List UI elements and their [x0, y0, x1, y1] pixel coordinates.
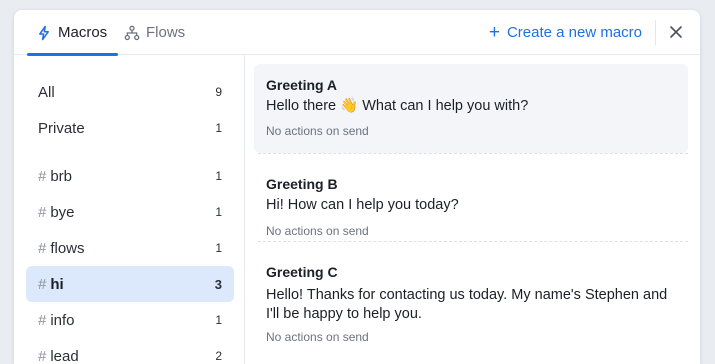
sidebar-item-flows[interactable]: # flows 1: [26, 230, 234, 266]
macro-name: Greeting A: [266, 77, 338, 93]
sidebar-item-label: Private: [38, 119, 85, 137]
tab-macros-label: Macros: [58, 24, 108, 41]
macro-text: Hello there 👋 What can I help you with?: [266, 98, 529, 114]
sidebar-item-label: info: [50, 311, 75, 329]
sidebar-item-count: 1: [215, 205, 222, 219]
sidebar-item-label: All: [38, 83, 55, 101]
tab-flows-label: Flows: [146, 24, 186, 41]
macro-item-greeting-a[interactable]: Greeting A Hello there 👋 What can I help…: [254, 64, 688, 153]
sidebar-item-label: hi: [50, 275, 64, 293]
tag-sidebar: All 9 Private 1 # brb 1 # bye 1 # flows …: [14, 55, 245, 364]
sidebar-item-count: 1: [215, 241, 222, 255]
sidebar-item-label: flows: [50, 239, 85, 257]
sidebar-item-info[interactable]: # info 1: [26, 302, 234, 338]
sidebar-item-lead[interactable]: # lead 2: [26, 338, 234, 364]
sidebar-item-bye[interactable]: # bye 1: [26, 194, 234, 230]
sidebar-item-label: lead: [50, 347, 79, 364]
macro-actions-note: No actions on send: [266, 224, 369, 238]
hash-icon: #: [38, 311, 47, 329]
macro-divider: [258, 153, 688, 154]
create-macro-button[interactable]: + Create a new macro: [489, 10, 642, 55]
sidebar-item-count: 2: [215, 349, 222, 363]
macro-divider: [258, 241, 688, 242]
macros-panel: Macros Flows + Create a new macro All 9 …: [14, 10, 700, 364]
tab-flows[interactable]: Flows: [124, 10, 185, 55]
lightning-icon: [36, 25, 52, 41]
close-icon[interactable]: [668, 24, 684, 40]
hash-icon: #: [38, 347, 47, 364]
sidebar-item-count: 1: [215, 169, 222, 183]
sidebar-item-label: brb: [50, 167, 73, 185]
macro-text: Hello! Thanks for contacting us today. M…: [266, 287, 668, 322]
macro-item-greeting-c[interactable]: Greeting C Hello! Thanks for contacting …: [254, 249, 688, 349]
macro-name: Greeting C: [266, 264, 338, 280]
sidebar-item-count: 1: [215, 313, 222, 327]
tab-macros[interactable]: Macros: [27, 10, 119, 56]
sidebar-item-all[interactable]: All 9: [26, 74, 234, 110]
macro-actions-note: No actions on send: [266, 124, 369, 138]
sidebar-item-private[interactable]: Private 1: [26, 110, 234, 146]
macro-list: Greeting A Hello there 👋 What can I help…: [246, 55, 700, 364]
sidebar-item-brb[interactable]: # brb 1: [26, 158, 234, 194]
sidebar-item-label: bye: [50, 203, 75, 221]
sidebar-item-count: 3: [214, 276, 222, 292]
sidebar-item-hi[interactable]: # hi 3: [26, 266, 234, 302]
macro-actions-note: No actions on send: [266, 330, 369, 344]
plus-icon: +: [488, 22, 500, 43]
hash-icon: #: [38, 275, 47, 293]
hash-icon: #: [38, 167, 47, 185]
macro-item-greeting-b[interactable]: Greeting B Hi! How can I help you today?…: [254, 161, 688, 241]
header-divider: [655, 20, 656, 45]
hash-icon: #: [38, 239, 47, 257]
sidebar-item-count: 1: [215, 121, 222, 135]
hash-icon: #: [38, 203, 47, 221]
macro-name: Greeting B: [266, 176, 338, 192]
macro-text: Hi! How can I help you today?: [266, 197, 459, 213]
flow-icon: [124, 25, 140, 41]
create-macro-label: Create a new macro: [506, 24, 642, 41]
panel-header: Macros Flows + Create a new macro: [14, 10, 700, 56]
sidebar-item-count: 9: [215, 85, 222, 99]
